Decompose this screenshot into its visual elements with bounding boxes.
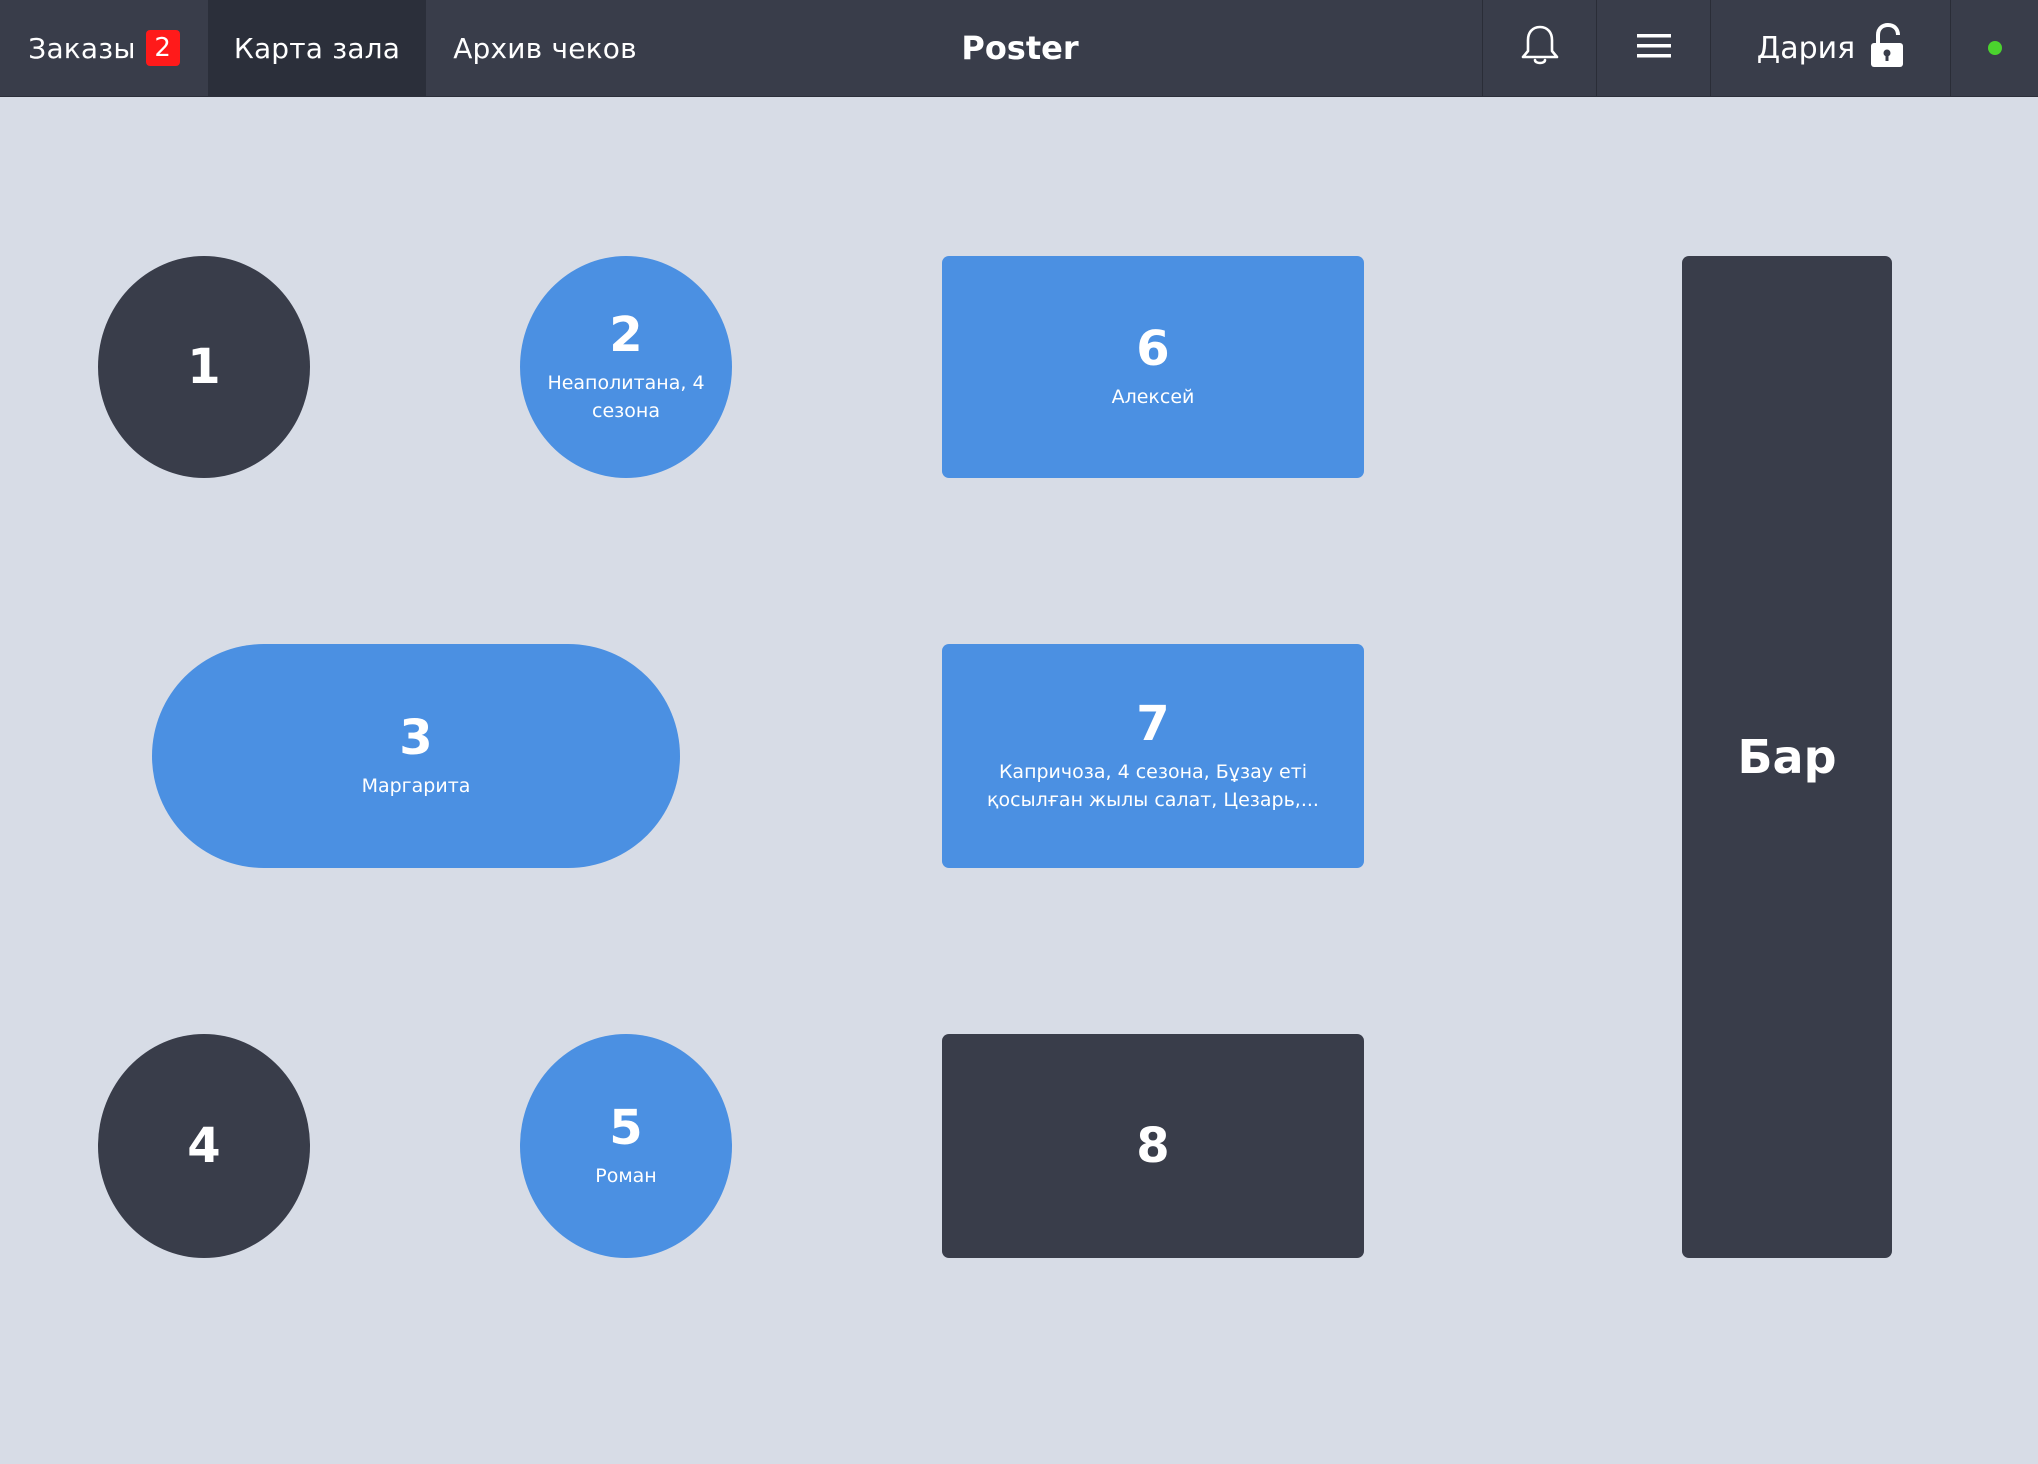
bar-label: Бар (1737, 730, 1837, 784)
table-7[interactable]: 7 Капричоза, 4 сезона, Бұзау еті қосылға… (942, 644, 1364, 868)
table-number: 7 (1136, 695, 1170, 752)
notifications-button[interactable] (1482, 0, 1597, 96)
unlock-icon (1869, 22, 1905, 73)
tab-orders[interactable]: Заказы 2 (0, 0, 208, 96)
table-3[interactable]: 3 Маргарита (152, 644, 680, 868)
tab-orders-label: Заказы (28, 31, 136, 65)
main-menu-button[interactable] (1596, 0, 1711, 96)
table-4[interactable]: 4 (98, 1034, 310, 1258)
table-order-summary: Маргарита (361, 775, 471, 798)
table-order-summary: Алексей (1111, 386, 1195, 409)
tab-hall-map-label: Карта зала (233, 31, 401, 65)
tab-receipts-archive-label: Архив чеков (453, 31, 637, 65)
table-number: 1 (187, 338, 221, 395)
table-number: 3 (399, 709, 433, 766)
app-title: Poster (961, 29, 1079, 67)
connection-status (1950, 0, 2038, 96)
orders-count-badge: 2 (145, 30, 180, 66)
table-5[interactable]: 5 Роман (520, 1034, 732, 1258)
user-button[interactable]: Дария (1710, 0, 1951, 96)
table-1[interactable]: 1 (98, 256, 310, 478)
top-bar: Заказы 2 Карта зала Архив чеков Poster Д… (0, 0, 2038, 97)
table-order-summary: Капричоза, 4 сезона, Бұзау еті қосылған … (987, 761, 1319, 812)
table-8[interactable]: 8 (942, 1034, 1364, 1258)
bar-counter[interactable]: Бар (1682, 256, 1892, 1258)
tab-receipts-archive[interactable]: Архив чеков (426, 0, 664, 96)
table-number: 8 (1136, 1117, 1170, 1174)
table-number: 2 (609, 306, 643, 363)
bell-icon (1520, 24, 1560, 72)
table-number: 5 (609, 1099, 643, 1156)
table-6[interactable]: 6 Алексей (942, 256, 1364, 478)
table-2[interactable]: 2 Неаполитана, 4 сезона (520, 256, 732, 478)
menu-icon (1637, 33, 1671, 63)
user-name: Дария (1756, 30, 1856, 66)
table-number: 4 (187, 1117, 221, 1174)
table-order-summary: Роман (595, 1165, 657, 1188)
table-number: 6 (1136, 320, 1170, 377)
online-status-dot (1988, 41, 2002, 55)
tab-hall-map[interactable]: Карта зала (208, 0, 426, 96)
table-order-summary: Неаполитана, 4 сезона (547, 372, 705, 423)
